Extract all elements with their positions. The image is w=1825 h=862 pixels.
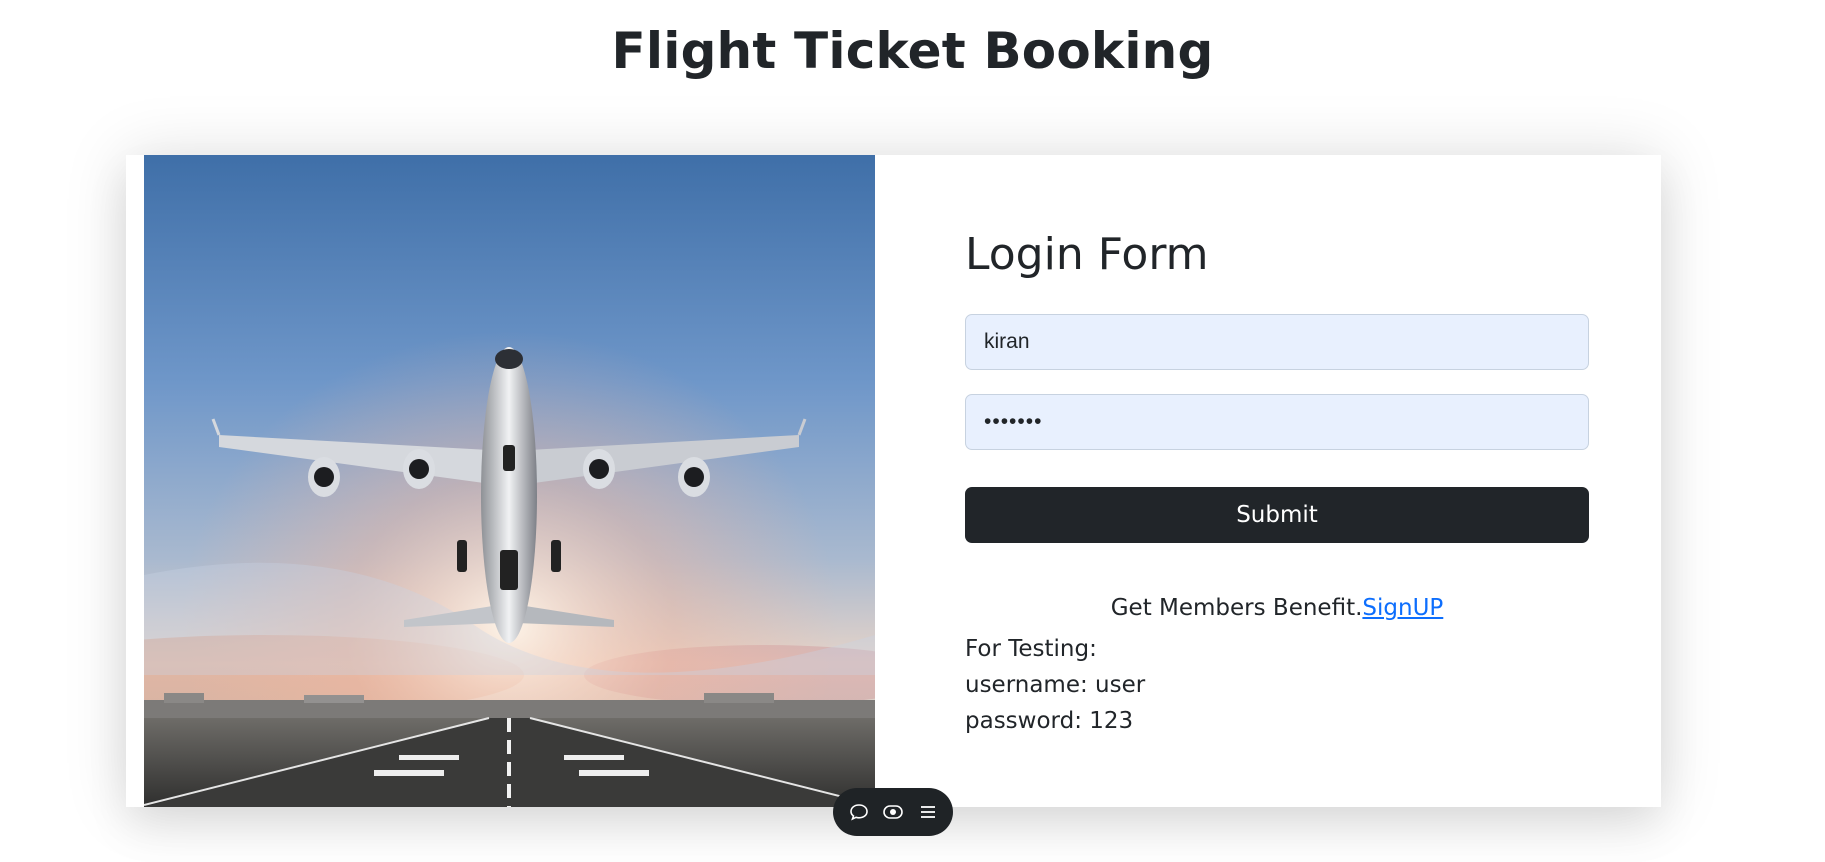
chat-icon[interactable]	[846, 799, 872, 825]
username-input[interactable]	[965, 314, 1589, 370]
signup-prompt-text: Get Members Benefit.	[1110, 595, 1363, 621]
testing-password: password: 123	[965, 708, 1134, 734]
eye-icon[interactable]	[880, 799, 906, 825]
testing-username: username: user	[965, 672, 1146, 698]
floating-toolbar	[833, 788, 953, 836]
airplane-photo	[144, 155, 875, 807]
signup-prompt: Get Members Benefit.SignUP	[965, 595, 1589, 621]
password-input[interactable]	[965, 394, 1589, 450]
testing-header: For Testing:	[965, 636, 1097, 662]
submit-button[interactable]: Submit	[965, 487, 1589, 543]
signup-link[interactable]: SignUP	[1362, 595, 1443, 621]
form-heading: Login Form	[965, 229, 1209, 280]
page-title: Flight Ticket Booking	[611, 22, 1214, 80]
testing-credentials: For Testing: username: user password: 12…	[965, 631, 1145, 739]
login-form: Login Form Submit Get Members Benefit.Si…	[965, 155, 1589, 807]
menu-icon[interactable]	[915, 799, 941, 825]
page: Flight Ticket Booking Login Form kiran •…	[0, 0, 1825, 862]
